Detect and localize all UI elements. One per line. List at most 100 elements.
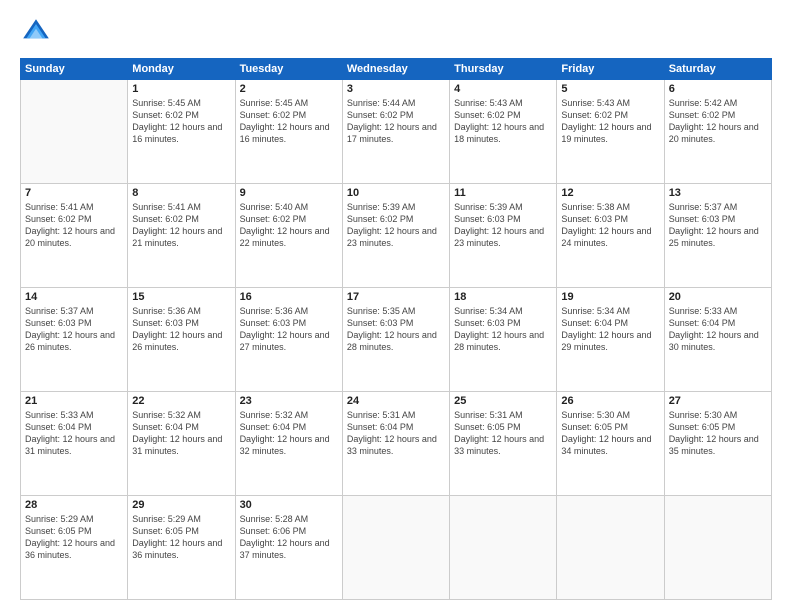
day-number: 10 [347, 187, 445, 199]
calendar-cell: 23Sunrise: 5:32 AMSunset: 6:04 PMDayligh… [235, 392, 342, 496]
day-info: Sunrise: 5:35 AMSunset: 6:03 PMDaylight:… [347, 306, 437, 352]
day-number: 5 [561, 83, 659, 95]
day-info: Sunrise: 5:36 AMSunset: 6:03 PMDaylight:… [132, 306, 222, 352]
weekday-header-sunday: Sunday [21, 59, 128, 80]
calendar-cell: 17Sunrise: 5:35 AMSunset: 6:03 PMDayligh… [342, 288, 449, 392]
calendar-cell: 11Sunrise: 5:39 AMSunset: 6:03 PMDayligh… [450, 184, 557, 288]
day-info: Sunrise: 5:31 AMSunset: 6:05 PMDaylight:… [454, 410, 544, 456]
calendar-cell: 30 Sunrise: 5:28 AMSunset: 6:06 PMDayligh… [235, 496, 342, 600]
calendar-cell: 28 Sunrise: 5:29 AMSunset: 6:05 PMDayligh… [21, 496, 128, 600]
day-number: 15 [132, 291, 230, 303]
week-row-3: 14 Sunrise: 5:37 AMSunset: 6:03 PMDayligh… [21, 288, 772, 392]
header [20, 16, 772, 48]
day-number: 9 [240, 187, 338, 199]
day-info: Sunrise: 5:33 AMSunset: 6:04 PMDaylight:… [25, 410, 115, 456]
week-row-2: 7 Sunrise: 5:41 AMSunset: 6:02 PMDaylight… [21, 184, 772, 288]
calendar-cell [342, 496, 449, 600]
day-number: 13 [669, 187, 767, 199]
day-number: 2 [240, 83, 338, 95]
day-info: Sunrise: 5:30 AMSunset: 6:05 PMDaylight:… [561, 410, 651, 456]
day-info: Sunrise: 5:45 AMSunset: 6:02 PMDaylight:… [132, 98, 222, 144]
day-number: 25 [454, 395, 552, 407]
weekday-header-thursday: Thursday [450, 59, 557, 80]
weekday-header-saturday: Saturday [664, 59, 771, 80]
day-number: 22 [132, 395, 230, 407]
day-number: 18 [454, 291, 552, 303]
day-number: 12 [561, 187, 659, 199]
day-number: 23 [240, 395, 338, 407]
calendar-cell: 29 Sunrise: 5:29 AMSunset: 6:05 PMDayligh… [128, 496, 235, 600]
calendar-cell: 21 Sunrise: 5:33 AMSunset: 6:04 PMDayligh… [21, 392, 128, 496]
day-info: Sunrise: 5:45 AMSunset: 6:02 PMDaylight:… [240, 98, 330, 144]
calendar-cell: 4 Sunrise: 5:43 AMSunset: 6:02 PMDaylight… [450, 80, 557, 184]
day-info: Sunrise: 5:31 AMSunset: 6:04 PMDaylight:… [347, 410, 437, 456]
day-info: Sunrise: 5:43 AMSunset: 6:02 PMDaylight:… [561, 98, 651, 144]
calendar-cell: 13 Sunrise: 5:37 AMSunset: 6:03 PMDayligh… [664, 184, 771, 288]
calendar-cell: 22 Sunrise: 5:32 AMSunset: 6:04 PMDayligh… [128, 392, 235, 496]
day-info: Sunrise: 5:39 AMSunset: 6:02 PMDaylight:… [347, 202, 437, 248]
weekday-header-tuesday: Tuesday [235, 59, 342, 80]
day-info: Sunrise: 5:28 AMSunset: 6:06 PMDaylight:… [240, 514, 330, 560]
calendar-cell: 3Sunrise: 5:44 AMSunset: 6:02 PMDaylight… [342, 80, 449, 184]
weekday-header-row: SundayMondayTuesdayWednesdayThursdayFrid… [21, 59, 772, 80]
day-info: Sunrise: 5:29 AMSunset: 6:05 PMDaylight:… [132, 514, 222, 560]
calendar-table: SundayMondayTuesdayWednesdayThursdayFrid… [20, 58, 772, 600]
day-info: Sunrise: 5:39 AMSunset: 6:03 PMDaylight:… [454, 202, 544, 248]
day-number: 26 [561, 395, 659, 407]
logo [20, 16, 56, 48]
day-number: 6 [669, 83, 767, 95]
calendar-cell: 20Sunrise: 5:33 AMSunset: 6:04 PMDayligh… [664, 288, 771, 392]
calendar-cell: 24 Sunrise: 5:31 AMSunset: 6:04 PMDayligh… [342, 392, 449, 496]
calendar-cell: 6 Sunrise: 5:42 AMSunset: 6:02 PMDaylight… [664, 80, 771, 184]
day-info: Sunrise: 5:36 AMSunset: 6:03 PMDaylight:… [240, 306, 330, 352]
day-number: 28 [25, 499, 123, 511]
day-info: Sunrise: 5:43 AMSunset: 6:02 PMDaylight:… [454, 98, 544, 144]
calendar-cell: 8 Sunrise: 5:41 AMSunset: 6:02 PMDaylight… [128, 184, 235, 288]
day-number: 24 [347, 395, 445, 407]
day-number: 20 [669, 291, 767, 303]
calendar-cell [557, 496, 664, 600]
calendar-cell: 26 Sunrise: 5:30 AMSunset: 6:05 PMDayligh… [557, 392, 664, 496]
day-number: 14 [25, 291, 123, 303]
week-row-5: 28 Sunrise: 5:29 AMSunset: 6:05 PMDayligh… [21, 496, 772, 600]
day-info: Sunrise: 5:34 AMSunset: 6:03 PMDaylight:… [454, 306, 544, 352]
day-info: Sunrise: 5:37 AMSunset: 6:03 PMDaylight:… [25, 306, 115, 352]
weekday-header-friday: Friday [557, 59, 664, 80]
week-row-1: 1 Sunrise: 5:45 AMSunset: 6:02 PMDaylight… [21, 80, 772, 184]
calendar-cell [21, 80, 128, 184]
calendar-cell: 27Sunrise: 5:30 AMSunset: 6:05 PMDayligh… [664, 392, 771, 496]
weekday-header-wednesday: Wednesday [342, 59, 449, 80]
calendar-cell: 18 Sunrise: 5:34 AMSunset: 6:03 PMDayligh… [450, 288, 557, 392]
calendar-cell: 10 Sunrise: 5:39 AMSunset: 6:02 PMDayligh… [342, 184, 449, 288]
day-info: Sunrise: 5:29 AMSunset: 6:05 PMDaylight:… [25, 514, 115, 560]
day-info: Sunrise: 5:38 AMSunset: 6:03 PMDaylight:… [561, 202, 651, 248]
day-number: 16 [240, 291, 338, 303]
day-number: 19 [561, 291, 659, 303]
day-number: 21 [25, 395, 123, 407]
weekday-header-monday: Monday [128, 59, 235, 80]
day-info: Sunrise: 5:32 AMSunset: 6:04 PMDaylight:… [132, 410, 222, 456]
page: SundayMondayTuesdayWednesdayThursdayFrid… [0, 0, 792, 612]
calendar-cell [450, 496, 557, 600]
day-number: 30 [240, 499, 338, 511]
day-number: 4 [454, 83, 552, 95]
day-info: Sunrise: 5:40 AMSunset: 6:02 PMDaylight:… [240, 202, 330, 248]
calendar-cell [664, 496, 771, 600]
day-number: 7 [25, 187, 123, 199]
calendar-cell: 9 Sunrise: 5:40 AMSunset: 6:02 PMDaylight… [235, 184, 342, 288]
calendar-cell: 19Sunrise: 5:34 AMSunset: 6:04 PMDayligh… [557, 288, 664, 392]
calendar-cell: 25 Sunrise: 5:31 AMSunset: 6:05 PMDayligh… [450, 392, 557, 496]
calendar-cell: 7 Sunrise: 5:41 AMSunset: 6:02 PMDaylight… [21, 184, 128, 288]
day-info: Sunrise: 5:37 AMSunset: 6:03 PMDaylight:… [669, 202, 759, 248]
day-info: Sunrise: 5:30 AMSunset: 6:05 PMDaylight:… [669, 410, 759, 456]
day-info: Sunrise: 5:41 AMSunset: 6:02 PMDaylight:… [25, 202, 115, 248]
day-number: 29 [132, 499, 230, 511]
calendar-cell: 12 Sunrise: 5:38 AMSunset: 6:03 PMDayligh… [557, 184, 664, 288]
calendar-cell: 1 Sunrise: 5:45 AMSunset: 6:02 PMDaylight… [128, 80, 235, 184]
day-number: 8 [132, 187, 230, 199]
day-info: Sunrise: 5:41 AMSunset: 6:02 PMDaylight:… [132, 202, 222, 248]
calendar-cell: 15 Sunrise: 5:36 AMSunset: 6:03 PMDayligh… [128, 288, 235, 392]
day-info: Sunrise: 5:42 AMSunset: 6:02 PMDaylight:… [669, 98, 759, 144]
day-number: 1 [132, 83, 230, 95]
calendar-cell: 14 Sunrise: 5:37 AMSunset: 6:03 PMDayligh… [21, 288, 128, 392]
